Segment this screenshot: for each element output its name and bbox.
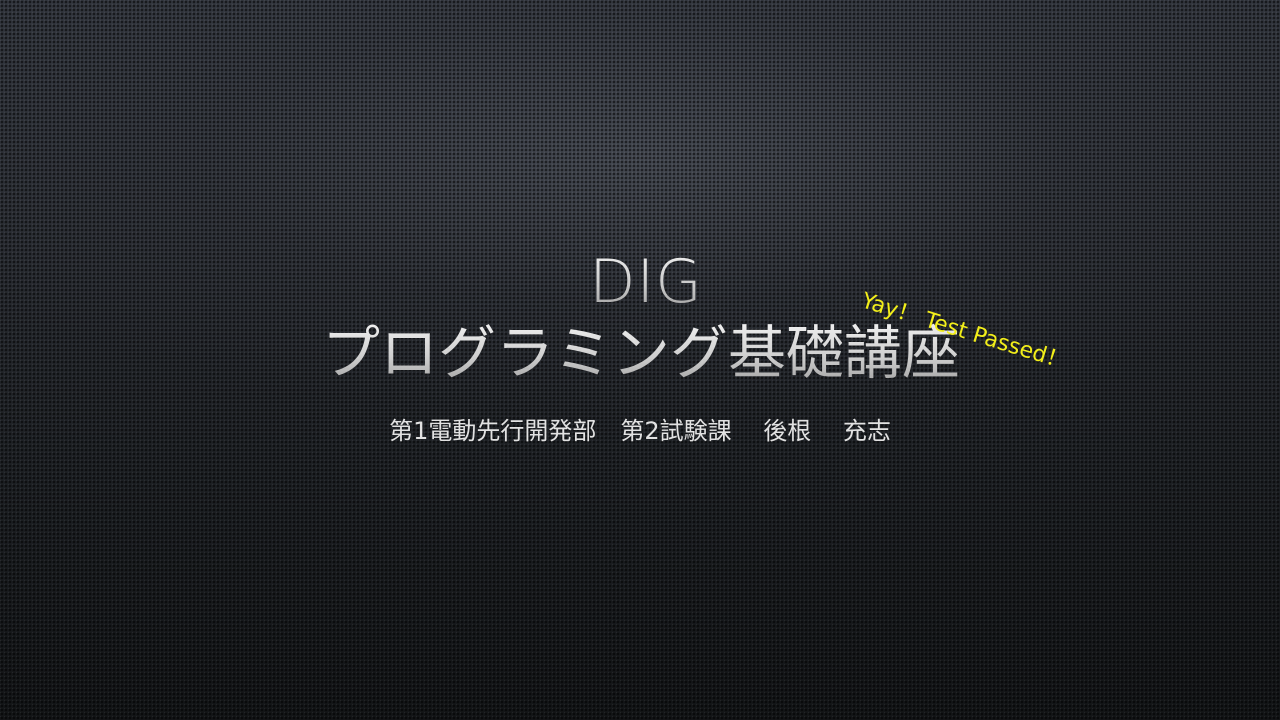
title-block: DIG プログラミング基礎講座	[0, 248, 1280, 388]
title-slide: DIG プログラミング基礎講座 第1電動先行開発部 第2試験課 後根 充志 Ya…	[0, 0, 1280, 720]
title-course-name: プログラミング基礎講座	[2, 318, 1280, 388]
presenter-affiliation: 第1電動先行開発部 第2試験課 後根 充志	[389, 417, 891, 445]
title-main: DIG	[12, 248, 1280, 316]
